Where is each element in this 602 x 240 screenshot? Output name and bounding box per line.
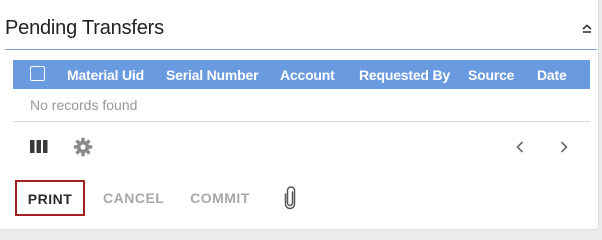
column-header-date[interactable]: Date: [537, 67, 567, 83]
grid-header: Material Uid Serial Number Account Reque…: [13, 60, 590, 89]
column-header-serial-number[interactable]: Serial Number: [166, 67, 259, 83]
pending-transfers-panel: Pending Transfers Material Uid Serial Nu…: [0, 0, 599, 230]
chevron-right-icon[interactable]: [557, 139, 571, 155]
empty-message: No records found: [30, 97, 138, 113]
print-button[interactable]: PRINT: [15, 180, 85, 216]
empty-grid-row: No records found: [13, 89, 590, 122]
cancel-button[interactable]: CANCEL: [103, 180, 164, 216]
chevron-up-icon[interactable]: [580, 21, 594, 35]
paperclip-icon[interactable]: [283, 186, 297, 210]
gear-icon[interactable]: [73, 137, 93, 157]
columns-icon[interactable]: [29, 139, 49, 155]
column-header-material-uid[interactable]: Material Uid: [67, 67, 144, 83]
column-header-account[interactable]: Account: [280, 67, 335, 83]
column-header-source[interactable]: Source: [468, 67, 514, 83]
commit-button[interactable]: COMMIT: [189, 180, 251, 216]
column-header-requested-by[interactable]: Requested By: [359, 67, 450, 83]
chevron-left-icon[interactable]: [513, 139, 527, 155]
panel-header: Pending Transfers: [5, 8, 597, 50]
panel-title: Pending Transfers: [5, 17, 164, 39]
select-all-checkbox[interactable]: [30, 66, 45, 81]
